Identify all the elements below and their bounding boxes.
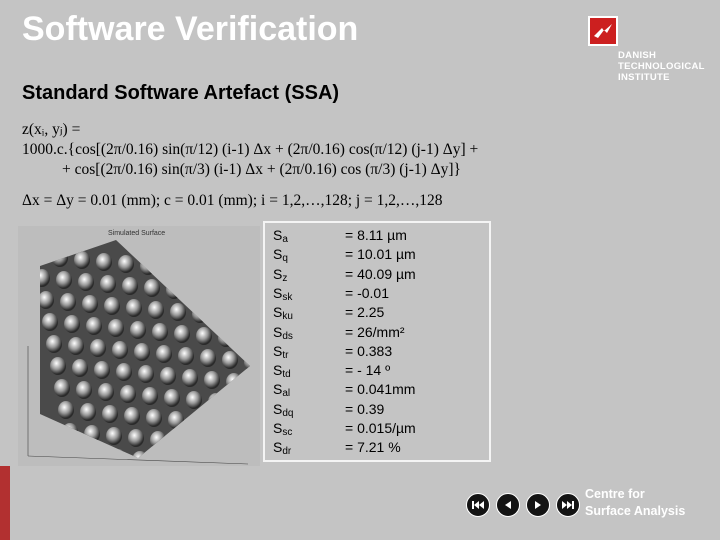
parameter-symbol-sub: sc: [282, 427, 293, 438]
parameter-value: = 0.383: [345, 342, 393, 359]
surface-plot-image: [27, 240, 250, 465]
surface-plot-title: Simulated Surface: [108, 230, 166, 237]
first-slide-icon: [472, 501, 484, 509]
accent-stripe: [0, 466, 10, 540]
formula-line-2: 1000.c.{cos[(2π/0.16) sin(π/12) (i-1) Δx…: [22, 141, 479, 158]
parameter-value: = 40.09 µm: [345, 265, 416, 282]
parameter-symbol: Sdr: [273, 438, 291, 461]
surface-formula: z(xᵢ, yⱼ) = 1000.c.{cos[(2π/0.16) sin(π/…: [22, 120, 478, 180]
parameter-row: Sal = 0.041mm: [273, 380, 483, 399]
parameter-value: = 0.015/µm: [345, 420, 416, 436]
last-slide-icon: [562, 501, 574, 509]
slide-title: Software Verification: [22, 10, 359, 48]
last-slide-button[interactable]: [556, 493, 580, 517]
logo-text-line2: TECHNOLOGICAL: [618, 61, 705, 72]
logo-text-line1: DANISH: [618, 50, 657, 61]
parameter-symbol-sub: sk: [282, 291, 293, 303]
parameter-symbol-base: S: [273, 265, 283, 282]
formula-line-1: z(xᵢ, yⱼ) =: [22, 121, 81, 138]
footer-label: Centre for Surface Analysis: [585, 486, 685, 520]
parameter-row: Std = - 14 º: [273, 361, 483, 380]
parameter-symbol-base: S: [273, 381, 283, 398]
parameter-row: Ssk = -0.01: [273, 284, 483, 303]
parameter-row: Sdq = 0.39: [273, 400, 483, 419]
parameter-symbol-sub: q: [282, 253, 288, 265]
parameter-row: Sku = 2.25: [273, 303, 483, 322]
parameter-value: = 7.21 %: [345, 439, 401, 456]
parameter-value: = -0.01: [345, 284, 389, 301]
parameter-row: Sq = 10.01 µm: [273, 245, 483, 264]
parameter-symbol-base: S: [273, 284, 283, 301]
surface-plot: Simulated Surface: [18, 226, 260, 466]
parameter-symbol-base: S: [273, 362, 283, 379]
parameter-symbol-base: S: [273, 304, 283, 321]
footer-line2: Surface Analysis: [585, 504, 686, 518]
parameter-value: = 26/mm²: [345, 323, 405, 340]
parameter-symbol-base: S: [273, 342, 283, 359]
parameter-row: Sds = 26/mm²: [273, 323, 483, 342]
parameter-value: = 0.041mm: [345, 381, 416, 398]
next-slide-icon: [535, 501, 541, 509]
previous-slide-icon: [505, 501, 511, 509]
slide-subtitle: Standard Software Artefact (SSA): [22, 82, 340, 104]
parameter-symbol-sub: ku: [282, 311, 293, 323]
parameter-symbol-sub: td: [282, 369, 291, 381]
parameter-symbol-sub: z: [282, 272, 288, 284]
parameter-row: Sdr = 7.21 %: [273, 438, 483, 457]
parameter-value: = 0.39: [345, 400, 385, 417]
parameter-symbol-base: S: [273, 246, 283, 263]
parameter-symbol-sub: ds: [282, 330, 293, 342]
parameter-row: Ssc = 0.015/µm: [273, 419, 483, 438]
parameter-row: Sa = 8.11 µm: [273, 226, 483, 245]
parameter-symbol-base: S: [273, 227, 283, 243]
previous-slide-button[interactable]: [496, 493, 520, 517]
parameter-value: = 2.25: [345, 304, 385, 321]
parameter-symbol-base: S: [273, 420, 283, 436]
parameter-symbol-sub: tr: [282, 349, 289, 361]
parameter-symbol-sub: dr: [282, 446, 292, 458]
parameter-symbol-sub: a: [282, 234, 288, 245]
parameter-row: Str = 0.383: [273, 342, 483, 361]
roughness-parameters-table: Sa = 8.11 µm Sq = 10.01 µm Sz = 40.09 µm Ssk = …: [263, 221, 491, 462]
dti-logo: DANISH TECHNOLOGICAL INSTITUTE: [588, 16, 716, 86]
footer-line1: Centre for: [585, 487, 645, 501]
next-slide-button[interactable]: [526, 493, 550, 517]
parameter-symbol-base: S: [273, 323, 283, 340]
parameter-symbol-base: S: [273, 439, 283, 456]
parameter-value: = 8.11 µm: [345, 227, 407, 243]
first-slide-button[interactable]: [466, 493, 490, 517]
formula-parameters: Δx = Δy = 0.01 (mm); c = 0.01 (mm); i = …: [22, 192, 443, 209]
parameter-value: = 10.01 µm: [345, 246, 416, 263]
logo-text-line3: INSTITUTE: [618, 72, 670, 83]
dti-logo-icon: [588, 16, 618, 46]
parameter-symbol-sub: dq: [282, 407, 294, 419]
formula-line-3: + cos[(2π/0.16) sin(π/3) (i-1) Δx + (2π/…: [62, 161, 461, 178]
parameter-value: = - 14 º: [345, 362, 391, 379]
parameter-symbol-base: S: [273, 400, 283, 417]
parameter-symbol-sub: al: [282, 388, 291, 400]
parameter-row: Sz = 40.09 µm: [273, 265, 483, 284]
